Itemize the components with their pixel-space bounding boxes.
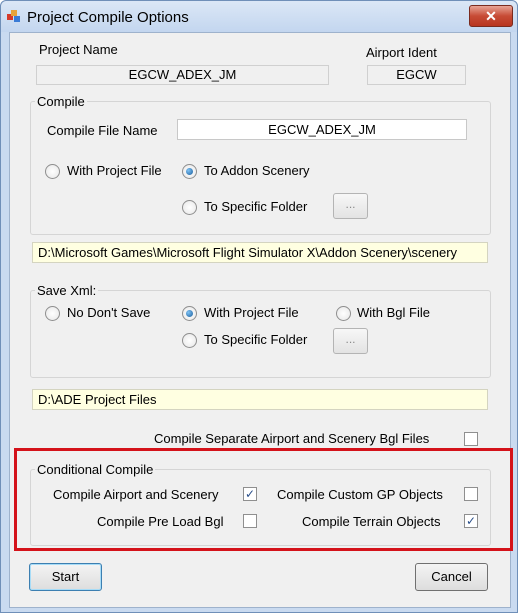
airport-ident-field: EGCW bbox=[367, 65, 466, 85]
project-name-label: Project Name bbox=[39, 42, 118, 57]
separate-bgl-checkbox[interactable] bbox=[464, 432, 478, 446]
xml-browse-button[interactable]: ... bbox=[333, 328, 368, 354]
dialog-window: Project Compile Options ✕ Project Name E… bbox=[0, 0, 518, 613]
window-title: Project Compile Options bbox=[27, 9, 189, 26]
radio-xml-with-project-file[interactable] bbox=[182, 306, 197, 321]
radio-xml-to-specific-folder-label[interactable]: To Specific Folder bbox=[204, 332, 307, 347]
compile-file-name-label: Compile File Name bbox=[47, 123, 158, 138]
cancel-button[interactable]: Cancel bbox=[415, 563, 488, 591]
annotation-highlight-box bbox=[14, 448, 513, 551]
project-name-field: EGCW_ADEX_JM bbox=[36, 65, 329, 85]
compile-path-field[interactable]: D:\Microsoft Games\Microsoft Flight Simu… bbox=[32, 242, 488, 263]
compile-browse-button[interactable]: ... bbox=[333, 193, 368, 219]
separate-bgl-label[interactable]: Compile Separate Airport and Scenery Bgl… bbox=[154, 431, 429, 446]
close-button[interactable]: ✕ bbox=[469, 5, 513, 27]
radio-compile-with-project-file[interactable] bbox=[45, 164, 60, 179]
radio-compile-with-project-file-label[interactable]: With Project File bbox=[67, 163, 162, 178]
start-button[interactable]: Start bbox=[29, 563, 102, 591]
save-xml-group-title: Save Xml: bbox=[35, 283, 99, 298]
compile-file-name-input[interactable]: EGCW_ADEX_JM bbox=[177, 119, 467, 140]
radio-xml-with-bgl-file-label[interactable]: With Bgl File bbox=[357, 305, 430, 320]
xml-path-field[interactable]: D:\ADE Project Files bbox=[32, 389, 488, 410]
airport-ident-label: Airport Ident bbox=[366, 45, 437, 60]
radio-xml-with-project-file-label[interactable]: With Project File bbox=[204, 305, 299, 320]
app-icon bbox=[7, 10, 20, 22]
title-bar[interactable]: Project Compile Options ✕ bbox=[1, 1, 517, 32]
radio-compile-to-specific-folder-label[interactable]: To Specific Folder bbox=[204, 199, 307, 214]
radio-compile-to-specific-folder[interactable] bbox=[182, 200, 197, 215]
radio-compile-to-addon-scenery[interactable] bbox=[182, 164, 197, 179]
radio-xml-no-dont-save[interactable] bbox=[45, 306, 60, 321]
radio-xml-to-specific-folder[interactable] bbox=[182, 333, 197, 348]
radio-xml-no-dont-save-label[interactable]: No Don't Save bbox=[67, 305, 150, 320]
radio-xml-with-bgl-file[interactable] bbox=[336, 306, 351, 321]
radio-compile-to-addon-scenery-label[interactable]: To Addon Scenery bbox=[204, 163, 310, 178]
compile-group-title: Compile bbox=[35, 94, 87, 109]
